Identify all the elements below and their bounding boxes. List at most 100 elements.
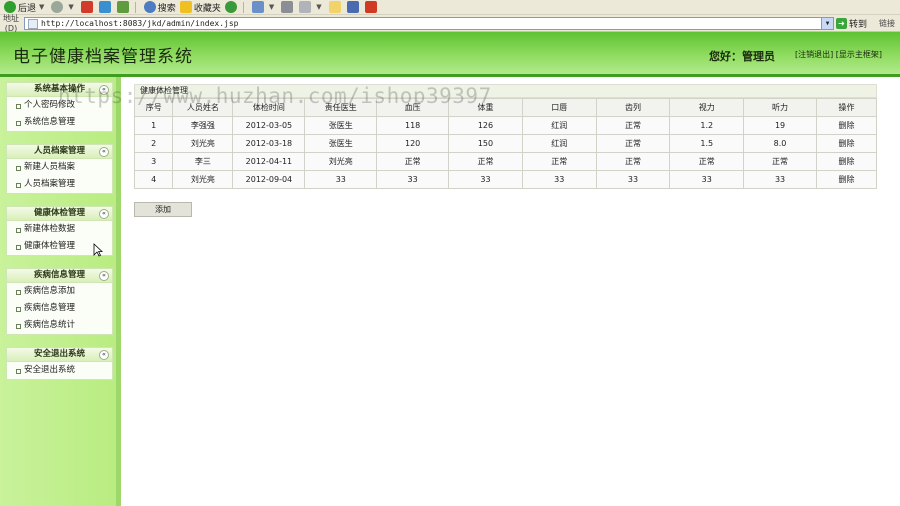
links-button[interactable]: 链接 (879, 18, 895, 29)
table-cell: 2012-03-18 (232, 134, 306, 153)
sidebar-item-disease-manage[interactable]: 疾病信息管理 (7, 300, 112, 317)
print-button[interactable] (281, 0, 295, 14)
go-button[interactable]: ➜ 转到 (836, 17, 867, 30)
plugin-icon (364, 1, 377, 13)
table-cell: 33 (743, 170, 817, 189)
sidebar-section-header[interactable]: 疾病信息管理 « (7, 269, 112, 283)
sidebar-section-disease: 疾病信息管理 « 疾病信息添加 疾病信息管理 疾病信息统计 (6, 268, 113, 335)
table-row: 1 李强强 2012-03-05 张医生 118 126 红润 正常 1.2 19 删除 (133, 116, 878, 135)
watermark: https://www.huzhan.com/ishop39397 (58, 84, 492, 108)
page-title: 电子健康档案管理系统 (13, 47, 193, 67)
table-cell: 红润 (521, 116, 597, 135)
bullet-icon (16, 307, 21, 312)
forward-arrow-icon (51, 1, 64, 13)
checkup-table: 序号 人员姓名 体检时间 责任医生 血压 体重 口唇 齿列 视力 听力 操作 1 李强强 2012-03… (133, 98, 878, 189)
toolbar-separator (134, 1, 136, 13)
sidebar-section-header[interactable]: 人员档案管理 « (7, 145, 112, 159)
home-button[interactable] (116, 0, 131, 14)
url-input[interactable]: http://localhost:8083/jkd/admin/index.js… (24, 17, 834, 30)
chevron-down-icon: ▼ (268, 3, 275, 11)
table-cell: 正常 (521, 152, 597, 171)
messenger-icon (346, 1, 359, 13)
history-icon (224, 1, 237, 13)
header-links[interactable]: [注销退出] [显示主框架] (795, 49, 882, 60)
folder-button[interactable] (328, 0, 343, 14)
table-cell: 33 (669, 170, 745, 189)
collapse-icon[interactable]: « (99, 147, 109, 157)
header-divider (0, 74, 900, 77)
history-button[interactable] (224, 0, 239, 14)
table-row: 4 刘光亮 2012-09-04 33 33 33 33 33 33 33 删除 (133, 170, 878, 189)
mail-button[interactable]: ▼ (251, 0, 277, 14)
delete-link[interactable]: 删除 (815, 170, 878, 189)
column-header: 口唇 (521, 98, 597, 117)
delete-link[interactable]: 删除 (815, 116, 878, 135)
table-row: 3 李三 2012-04-11 刘光亮 正常 正常 正常 正常 正常 正常 删除 (133, 152, 878, 171)
table-cell: 120 (376, 134, 450, 153)
sidebar-section-header[interactable]: 健康体检管理 « (7, 207, 112, 221)
stop-icon (80, 1, 93, 13)
bullet-icon (16, 228, 21, 233)
bullet-icon (16, 369, 21, 374)
bullet-icon (16, 166, 21, 171)
page-icon (28, 18, 38, 29)
column-header: 操作 (815, 98, 878, 117)
bullet-icon (16, 290, 21, 295)
toolbar-separator (242, 1, 244, 13)
chevron-down-icon: ▼ (316, 3, 322, 11)
chevron-down-icon[interactable]: ▼ (821, 18, 833, 29)
bullet-icon (16, 183, 21, 188)
table-cell: 正常 (448, 152, 523, 171)
table-cell: 刘光亮 (304, 152, 378, 171)
star-icon (179, 1, 192, 13)
print-icon (281, 1, 294, 13)
go-arrow-icon: ➜ (836, 18, 847, 29)
sidebar-section-personnel: 人员档案管理 « 新建人员档案 人员档案管理 (6, 144, 113, 194)
table-cell: 2012-03-05 (232, 116, 306, 135)
stop-button[interactable] (80, 0, 95, 14)
sidebar-item-disease-add[interactable]: 疾病信息添加 (7, 283, 112, 300)
search-icon (143, 1, 156, 13)
sidebar-item-system-info[interactable]: 系统信息管理 (7, 114, 112, 131)
column-header: 听力 (743, 98, 817, 117)
messenger-button[interactable] (346, 0, 361, 14)
user-greeting: 您好：管理员 (709, 50, 775, 63)
plugin-button[interactable] (364, 0, 379, 14)
table-cell: 红润 (521, 134, 597, 153)
sidebar-item-new-record[interactable]: 新建人员档案 (7, 159, 112, 176)
refresh-icon (98, 1, 111, 13)
table-cell: 8.0 (743, 134, 817, 153)
collapse-icon[interactable]: « (99, 209, 109, 219)
table-cell: 2012-04-11 (232, 152, 306, 171)
back-button[interactable]: 后退 ▼ (4, 0, 47, 14)
sidebar-item-new-checkup[interactable]: 新建体检数据 (7, 221, 112, 238)
mail-icon (251, 1, 264, 13)
search-button[interactable]: 搜索 (143, 0, 176, 14)
table-cell: 118 (376, 116, 450, 135)
edit-button[interactable]: ▼ (299, 0, 324, 14)
delete-link[interactable]: 删除 (815, 134, 878, 153)
table-cell: 4 (133, 170, 174, 189)
delete-link[interactable]: 删除 (815, 152, 878, 171)
sidebar-item-logout[interactable]: 安全退出系统 (7, 362, 112, 379)
collapse-icon[interactable]: « (99, 271, 109, 281)
table-cell: 33 (376, 170, 450, 189)
edit-icon (299, 1, 312, 13)
sidebar-item-disease-stats[interactable]: 疾病信息统计 (7, 317, 112, 334)
table-cell: 3 (133, 152, 174, 171)
sidebar-item-record-manage[interactable]: 人员档案管理 (7, 176, 112, 193)
bullet-icon (16, 245, 21, 250)
add-button[interactable]: 添加 (134, 202, 192, 217)
favorites-button[interactable]: 收藏夹 (179, 0, 221, 14)
sidebar-section-header[interactable]: 安全退出系统 « (7, 348, 112, 362)
table-cell: 正常 (376, 152, 450, 171)
refresh-button[interactable] (98, 0, 113, 14)
table-cell: 33 (521, 170, 597, 189)
table-cell: 33 (448, 170, 523, 189)
bullet-icon (16, 121, 21, 126)
address-label: 地址(D) (3, 14, 19, 33)
collapse-icon[interactable]: « (99, 350, 109, 360)
forward-button[interactable]: ▼ (51, 0, 76, 14)
table-cell: 李强强 (172, 116, 234, 135)
table-cell: 正常 (669, 152, 745, 171)
